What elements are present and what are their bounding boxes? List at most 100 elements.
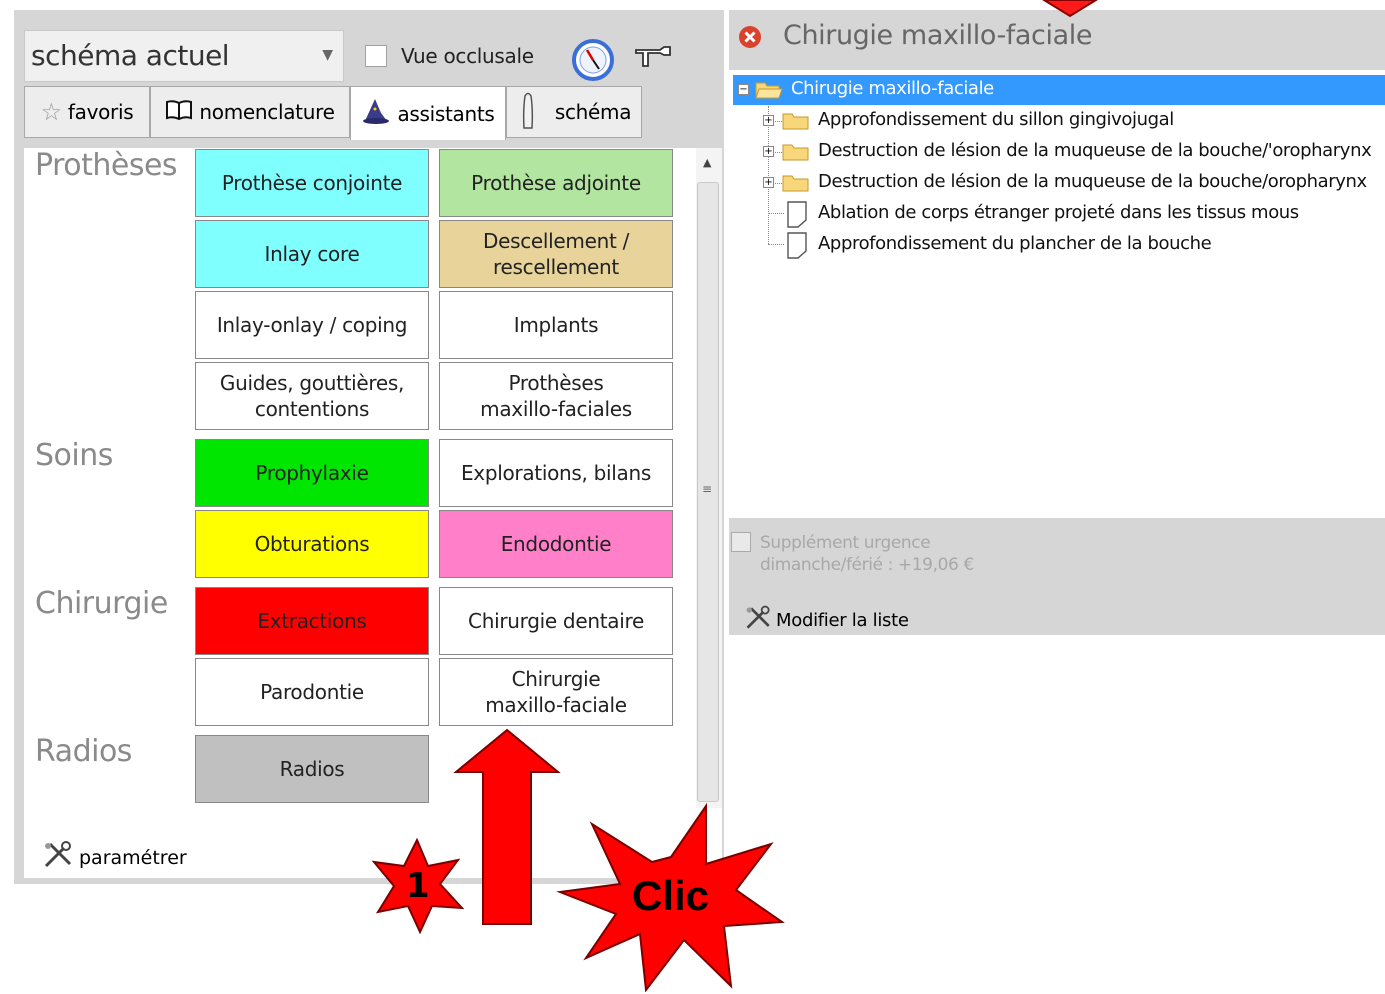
tile-implants-label: Implants bbox=[513, 313, 599, 337]
tile-extractions-label: Extractions bbox=[257, 609, 367, 633]
tab-schema-label: schéma bbox=[554, 100, 632, 124]
tab-assistants[interactable]: assistants bbox=[350, 86, 506, 140]
tab-favoris[interactable]: ☆ favoris bbox=[24, 86, 150, 138]
tile-extractions[interactable]: Extractions bbox=[195, 587, 429, 655]
tree-connector bbox=[768, 213, 784, 214]
tile-prothese-adjointe[interactable]: Prothèse adjointe bbox=[439, 149, 673, 217]
tile-prophylaxie-label: Prophylaxie bbox=[255, 461, 369, 485]
section-chirurgie: Chirurgie bbox=[35, 586, 168, 621]
tools-icon bbox=[42, 840, 76, 875]
tile-guides-line2: contentions bbox=[254, 397, 370, 421]
tile-prothese-conjointe-label: Prothèse conjointe bbox=[221, 171, 403, 195]
collapse-icon[interactable]: − bbox=[738, 84, 749, 95]
folder-icon bbox=[782, 111, 810, 135]
schema-select[interactable]: schéma actuel ▼ bbox=[24, 30, 344, 82]
tab-nomenclature-label: nomenclature bbox=[199, 100, 335, 124]
tile-parodontie[interactable]: Parodontie bbox=[195, 658, 429, 726]
tile-inlay-onlay-label: Inlay-onlay / coping bbox=[216, 313, 408, 337]
tile-descellement-line2: rescellement bbox=[493, 255, 619, 279]
tile-obturations-label: Obturations bbox=[254, 532, 370, 556]
wizard-hat-icon bbox=[361, 97, 391, 130]
expand-icon[interactable]: + bbox=[763, 177, 774, 188]
tile-inlay-onlay[interactable]: Inlay-onlay / coping bbox=[195, 291, 429, 359]
tab-schema[interactable]: schéma bbox=[506, 86, 642, 138]
scroll-grip-icon: ≡ bbox=[702, 482, 713, 496]
dental-drill-icon[interactable] bbox=[634, 44, 672, 76]
tile-chirurgie-dentaire-label: Chirurgie dentaire bbox=[468, 609, 644, 633]
tile-endodontie[interactable]: Endodontie bbox=[439, 510, 673, 578]
tile-prothese-adjointe-label: Prothèse adjointe bbox=[471, 171, 641, 195]
tile-obturations[interactable]: Obturations bbox=[195, 510, 429, 578]
expand-icon[interactable]: + bbox=[763, 115, 774, 126]
tree-item[interactable]: Destruction de lésion de la muqueuse de … bbox=[818, 171, 1367, 192]
tile-guides[interactable]: Guides, gouttières, contentions bbox=[195, 362, 429, 430]
expand-icon[interactable]: + bbox=[763, 146, 774, 157]
vue-occlusale-label[interactable]: Vue occlusale bbox=[401, 44, 534, 68]
tile-prophylaxie[interactable]: Prophylaxie bbox=[195, 439, 429, 507]
tree-item[interactable]: Ablation de corps étranger projeté dans … bbox=[818, 202, 1299, 223]
tree-item[interactable]: Approfondissement du sillon gingivojugal bbox=[818, 109, 1174, 130]
tab-nomenclature[interactable]: nomenclature bbox=[150, 86, 350, 138]
pointer-arrow-icon bbox=[452, 728, 562, 932]
tooth-icon bbox=[517, 90, 539, 135]
document-icon bbox=[784, 200, 810, 232]
click-callout: Clic bbox=[556, 802, 786, 992]
previous-step-arrow-icon bbox=[1040, 0, 1100, 22]
book-icon bbox=[165, 99, 193, 126]
tools-icon bbox=[744, 604, 774, 637]
scroll-up-icon[interactable]: ▲ bbox=[703, 156, 711, 169]
tab-favoris-label: favoris bbox=[67, 100, 134, 124]
supplement-line1: Supplément urgence bbox=[760, 533, 931, 553]
tree-root-label: Chirugie maxillo-faciale bbox=[791, 78, 994, 99]
tile-chirurgie-mf-line2: maxillo-faciale bbox=[485, 693, 627, 717]
panel-title: Chirugie maxillo-faciale bbox=[783, 20, 1093, 51]
tile-explorations-label: Explorations, bilans bbox=[460, 461, 652, 485]
tile-chirurgie-dentaire[interactable]: Chirurgie dentaire bbox=[439, 587, 673, 655]
tile-parodontie-label: Parodontie bbox=[260, 680, 364, 704]
section-soins: Soins bbox=[35, 438, 113, 473]
tree-item[interactable]: Destruction de lésion de la muqueuse de … bbox=[818, 140, 1372, 161]
tile-endodontie-label: Endodontie bbox=[500, 532, 612, 556]
vue-occlusale-checkbox[interactable] bbox=[365, 45, 387, 67]
tile-guides-line1: Guides, gouttières, bbox=[219, 371, 405, 395]
modifier-liste-link[interactable]: Modifier la liste bbox=[744, 604, 909, 637]
tile-descellement-line1: Descellement / bbox=[482, 229, 630, 253]
tile-protheses-mf-line2: maxillo-faciales bbox=[480, 397, 632, 421]
tree-connector bbox=[768, 106, 769, 244]
section-radios: Radios bbox=[35, 734, 132, 769]
tree-item[interactable]: Approfondissement du plancher de la bouc… bbox=[818, 233, 1212, 254]
star-icon: ☆ bbox=[40, 98, 63, 126]
step-badge: 1 bbox=[370, 838, 464, 934]
tile-chirurgie-mf-line1: Chirurgie bbox=[511, 667, 601, 691]
document-icon bbox=[784, 231, 810, 263]
folder-icon bbox=[782, 142, 810, 166]
tile-protheses-mf-line1: Prothèses bbox=[508, 371, 604, 395]
tile-radios-label: Radios bbox=[279, 757, 345, 781]
modifier-liste-label: Modifier la liste bbox=[776, 610, 909, 631]
supplement-line2: dimanche/férié : +19,06 € bbox=[760, 555, 974, 575]
schema-select-value: schéma actuel bbox=[31, 39, 230, 72]
tile-explorations[interactable]: Explorations, bilans bbox=[439, 439, 673, 507]
tree-connector bbox=[768, 244, 784, 245]
clock-icon[interactable] bbox=[571, 38, 615, 86]
close-icon[interactable] bbox=[738, 25, 762, 53]
supplement-urgence-label: Supplément urgence dimanche/férié : +19,… bbox=[760, 532, 974, 576]
tile-prothese-conjointe[interactable]: Prothèse conjointe bbox=[195, 149, 429, 217]
tile-protheses-maxillo-faciales[interactable]: Prothèses maxillo-faciales bbox=[439, 362, 673, 430]
tab-assistants-label: assistants bbox=[397, 101, 495, 126]
parametrer-link[interactable]: paramétrer bbox=[42, 840, 187, 875]
tile-inlay-core[interactable]: Inlay core bbox=[195, 220, 429, 288]
click-label: Clic bbox=[632, 872, 710, 919]
tile-implants[interactable]: Implants bbox=[439, 291, 673, 359]
tile-descellement[interactable]: Descellement / rescellement bbox=[439, 220, 673, 288]
step-number: 1 bbox=[406, 866, 430, 906]
procedure-tree bbox=[729, 70, 1385, 518]
tile-radios[interactable]: Radios bbox=[195, 735, 429, 803]
tile-inlay-core-label: Inlay core bbox=[264, 242, 360, 266]
tile-chirurgie-maxillo-faciale[interactable]: Chirurgie maxillo-faciale bbox=[439, 658, 673, 726]
chevron-down-icon: ▼ bbox=[322, 47, 333, 63]
folder-open-icon bbox=[755, 80, 783, 104]
supplement-urgence-checkbox[interactable] bbox=[731, 532, 751, 552]
section-protheses: Prothèses bbox=[35, 148, 178, 183]
folder-icon bbox=[782, 173, 810, 197]
